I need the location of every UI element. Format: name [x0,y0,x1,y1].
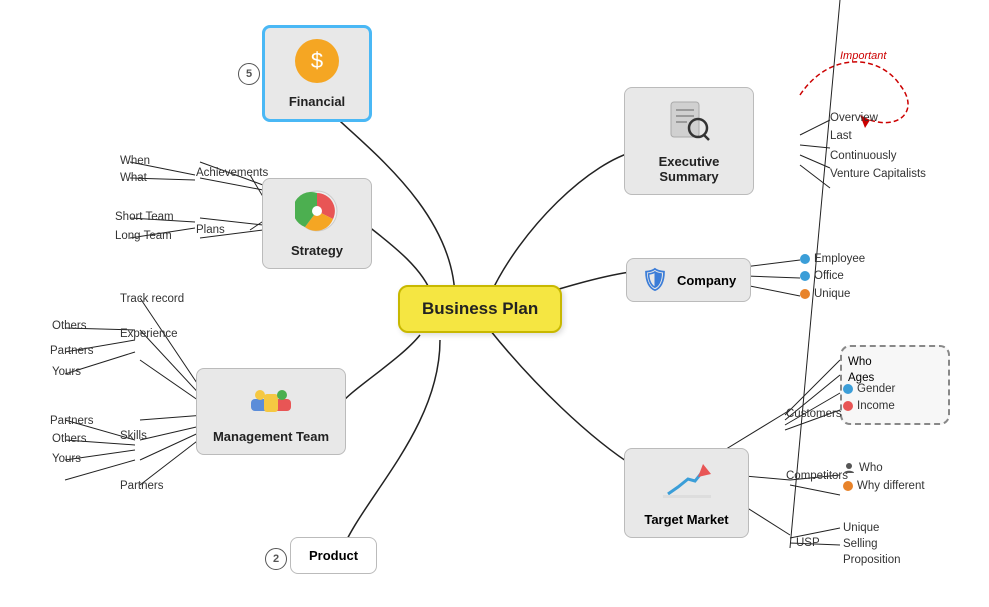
center-label: Business Plan [422,299,538,318]
mind-map-canvas: Business Plan 5 $ Financial Strategy [0,0,989,607]
unique-dot [800,289,810,299]
svg-text:$: $ [311,48,323,73]
achievements-label: Achievements [196,167,268,179]
important-label: Important [840,50,886,62]
why-different-dot-label: Why different [843,480,925,492]
proposition-label: Proposition [843,554,901,566]
why-dot [843,481,853,491]
mgmt-others2-label: Others [52,433,87,445]
strategy-node[interactable]: Strategy [262,178,372,269]
last-label: Last [830,130,852,142]
employee-dot-label: Employee [800,253,865,265]
product-label: Product [309,548,358,563]
when-label: When [120,155,150,167]
executive-label: Executive Summary [639,154,739,184]
person-icon [843,462,855,474]
financial-label: Financial [279,94,355,109]
company-label: Company [677,273,736,288]
what-label: What [120,172,147,184]
income-dot [843,401,853,411]
target-icon [639,459,734,508]
experience-label: Experience [120,328,178,340]
continuously-label: Continuously [830,150,896,162]
employee-dot [800,254,810,264]
gender-dot [843,384,853,394]
unique-dot-label: Unique [800,288,850,300]
mgmt-partners1-label: Partners [50,345,93,357]
management-icon [211,379,331,425]
venture-label: Venture Capitalists [830,168,926,180]
selling-label: Selling [843,538,878,550]
income-dot-label: Income [843,400,895,412]
product-node[interactable]: Product [290,537,377,574]
management-label: Management Team [211,429,331,444]
skills-label: Skills [120,430,147,442]
mgmt-yours1-label: Yours [52,366,81,378]
usp-section-label: USP [796,537,820,549]
strategy-label: Strategy [277,243,357,258]
executive-node[interactable]: Executive Summary [624,87,754,195]
unique-usp-label: Unique [843,522,879,534]
mgmt-yours2-label: Yours [52,453,81,465]
management-node[interactable]: Management Team [196,368,346,455]
overview-label: Overview [830,112,878,124]
competitors-section-label: Competitors [786,470,848,482]
customers-section-label: Customers [786,408,842,420]
company-icon: 🛡 [641,267,669,293]
strategy-icon [277,189,357,239]
financial-node[interactable]: $ Financial [262,25,372,122]
track-record-label: Track record [120,293,184,305]
office-dot-label: Office [800,270,844,282]
target-label: Target Market [639,512,734,527]
long-team-label: Long Team [115,230,172,242]
gender-dot-label: Gender [843,383,895,395]
short-team-label: Short Team [115,211,174,223]
company-node[interactable]: 🛡 Company [626,258,751,302]
center-node[interactable]: Business Plan [398,285,562,333]
target-market-node[interactable]: Target Market [624,448,749,538]
executive-icon [639,98,739,150]
office-dot [800,271,810,281]
mgmt-partners2-label: Partners [50,415,93,427]
plans-label: Plans [196,224,225,236]
mgmt-partners3-label: Partners [120,480,163,492]
mgmt-others1-label: Others [52,320,87,332]
who2-label: Who [843,462,883,474]
financial-icon: $ [279,38,355,90]
